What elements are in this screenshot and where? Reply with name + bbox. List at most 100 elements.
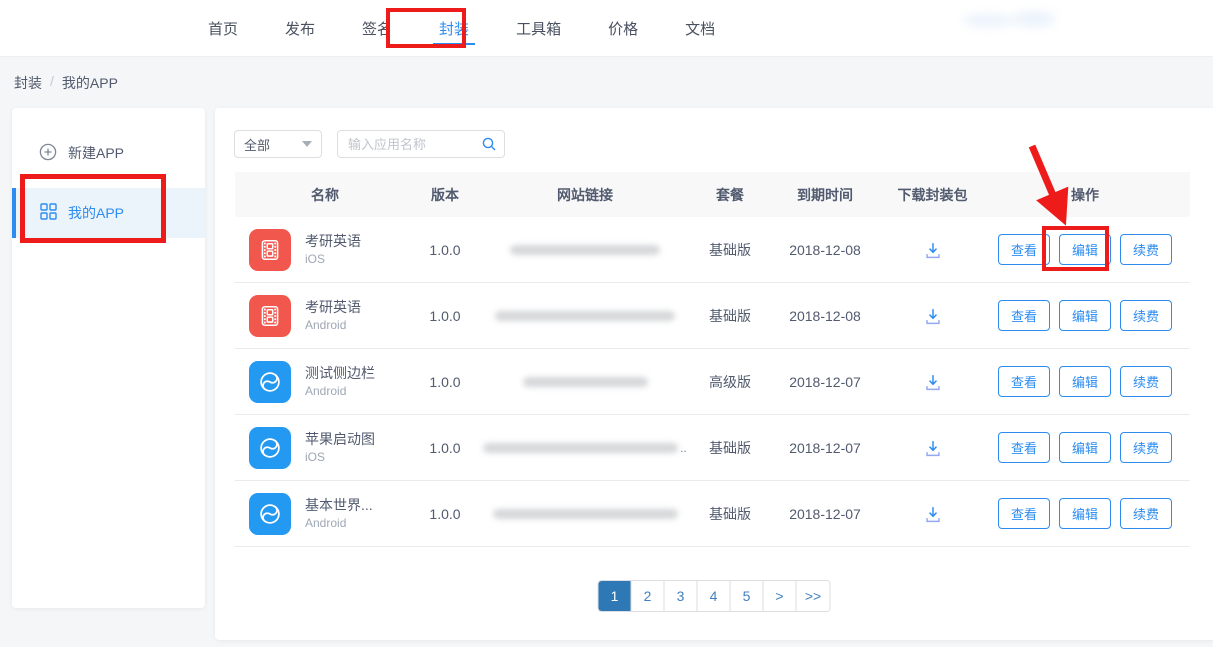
page-button-1[interactable]: 1 — [599, 581, 632, 611]
search-input[interactable] — [337, 130, 505, 158]
table-header-row: 名称 版本 网站链接 套餐 到期时间 下载封装包 操作 — [235, 172, 1190, 217]
table-row: 苹果启动图 iOS 1.0.0 .. 基础版 2018-12-07 — [235, 415, 1190, 481]
app-plan: 高级版 — [695, 372, 765, 392]
nav-items: 首页 发布 签名 封装 工具箱 价格 文档 — [208, 0, 715, 56]
app-name: 苹果启动图 — [305, 430, 375, 449]
nav-item-publish[interactable]: 发布 — [285, 0, 315, 56]
link-truncation: .. — [680, 441, 687, 455]
breadcrumb-section[interactable]: 封装 — [14, 73, 42, 93]
plus-circle-icon — [39, 143, 57, 164]
page-button-4[interactable]: 4 — [698, 581, 731, 611]
renew-button[interactable]: 续费 — [1120, 498, 1172, 529]
breadcrumb: 封装 / 我的APP — [14, 73, 118, 93]
view-button[interactable]: 查看 — [998, 300, 1050, 331]
blurred-website-link — [523, 377, 648, 387]
breadcrumb-current: 我的APP — [62, 73, 118, 93]
app-platform: Android — [305, 515, 373, 531]
sidebar: 新建APP 我的APP — [12, 108, 205, 608]
download-icon[interactable] — [922, 437, 944, 459]
sidebar-item-my-app[interactable]: 我的APP — [12, 188, 205, 238]
film-icon — [249, 229, 291, 271]
header-plan: 套餐 — [695, 185, 765, 205]
app-version: 1.0.0 — [415, 440, 475, 456]
view-button[interactable]: 查看 — [998, 432, 1050, 463]
app-expiry-date: 2018-12-07 — [765, 506, 885, 522]
nav-item-price[interactable]: 价格 — [608, 0, 638, 56]
s-logo-icon — [249, 361, 291, 403]
top-navbar: 首页 发布 签名 封装 工具箱 价格 文档 — [0, 0, 1213, 57]
app-platform: iOS — [305, 449, 375, 465]
next-page-button[interactable]: > — [764, 581, 797, 611]
app-name: 基本世界... — [305, 496, 373, 515]
app-plan: 基础版 — [695, 438, 765, 458]
renew-button[interactable]: 续费 — [1120, 234, 1172, 265]
blurred-website-link — [510, 245, 660, 255]
download-icon[interactable] — [922, 371, 944, 393]
table-row: 考研英语 iOS 1.0.0 基础版 2018-12-08 查看 编辑 续费 — [235, 217, 1190, 283]
s-logo-icon — [249, 427, 291, 469]
view-button[interactable]: 查看 — [998, 366, 1050, 397]
app-platform: Android — [305, 383, 375, 399]
grid-icon — [40, 203, 57, 223]
download-icon[interactable] — [922, 239, 944, 261]
header-expires: 到期时间 — [765, 185, 885, 205]
s-logo-icon — [249, 493, 291, 535]
film-icon — [249, 295, 291, 337]
app-plan: 基础版 — [695, 240, 765, 260]
app-expiry-date: 2018-12-08 — [765, 308, 885, 324]
table-row: 考研英语 Android 1.0.0 基础版 2018-12-08 查看 编辑 — [235, 283, 1190, 349]
app-plan: 基础版 — [695, 306, 765, 326]
page-button-2[interactable]: 2 — [632, 581, 665, 611]
page-button-5[interactable]: 5 — [731, 581, 764, 611]
blurred-website-link — [493, 509, 678, 519]
category-select-value: 全部 — [244, 135, 270, 154]
blurred-account-info — [962, 14, 1014, 27]
download-icon[interactable] — [922, 503, 944, 525]
renew-button[interactable]: 续费 — [1120, 300, 1172, 331]
page-button-3[interactable]: 3 — [665, 581, 698, 611]
pagination: 1 2 3 4 5 > >> — [598, 580, 831, 612]
nav-item-home[interactable]: 首页 — [208, 0, 238, 56]
nav-item-docs[interactable]: 文档 — [685, 0, 715, 56]
app-plan: 基础版 — [695, 504, 765, 524]
edit-button[interactable]: 编辑 — [1059, 366, 1111, 397]
nav-item-package[interactable]: 封装 — [439, 0, 469, 56]
nav-item-toolbox[interactable]: 工具箱 — [516, 0, 561, 56]
blurred-account-info — [1012, 11, 1056, 27]
blurred-website-link — [483, 443, 678, 453]
nav-item-sign[interactable]: 签名 — [362, 0, 392, 56]
edit-button[interactable]: 编辑 — [1059, 432, 1111, 463]
renew-button[interactable]: 续费 — [1120, 432, 1172, 463]
view-button[interactable]: 查看 — [998, 234, 1050, 265]
filter-row: 全部 — [234, 130, 505, 158]
apps-table: 名称 版本 网站链接 套餐 到期时间 下载封装包 操作 考研英语 — [235, 172, 1190, 547]
table-row: 测试侧边栏 Android 1.0.0 高级版 2018-12-07 查看 编辑 — [235, 349, 1190, 415]
caret-down-icon — [302, 141, 312, 147]
search-box — [337, 130, 505, 158]
main-panel: 全部 名称 版本 网站链接 套餐 到期时间 下载封装包 操作 — [215, 108, 1213, 640]
category-select[interactable]: 全部 — [234, 130, 322, 158]
app-platform: Android — [305, 317, 361, 333]
sidebar-item-label: 我的APP — [68, 203, 124, 223]
last-page-button[interactable]: >> — [797, 581, 830, 611]
edit-button[interactable]: 编辑 — [1059, 234, 1111, 265]
edit-button[interactable]: 编辑 — [1059, 300, 1111, 331]
app-expiry-date: 2018-12-08 — [765, 242, 885, 258]
header-download: 下载封装包 — [885, 185, 980, 205]
app-name: 考研英语 — [305, 298, 361, 317]
view-button[interactable]: 查看 — [998, 498, 1050, 529]
sidebar-item-new-app[interactable]: 新建APP — [12, 134, 205, 172]
app-expiry-date: 2018-12-07 — [765, 440, 885, 456]
table-row: 基本世界... Android 1.0.0 基础版 2018-12-07 查看 … — [235, 481, 1190, 547]
app-platform: iOS — [305, 251, 361, 267]
app-version: 1.0.0 — [415, 308, 475, 324]
header-name: 名称 — [235, 185, 415, 205]
download-icon[interactable] — [922, 305, 944, 327]
app-version: 1.0.0 — [415, 242, 475, 258]
renew-button[interactable]: 续费 — [1120, 366, 1172, 397]
app-name: 测试侧边栏 — [305, 364, 375, 383]
header-actions: 操作 — [980, 185, 1190, 205]
search-icon[interactable] — [481, 136, 497, 157]
edit-button[interactable]: 编辑 — [1059, 498, 1111, 529]
breadcrumb-separator: / — [50, 73, 54, 93]
